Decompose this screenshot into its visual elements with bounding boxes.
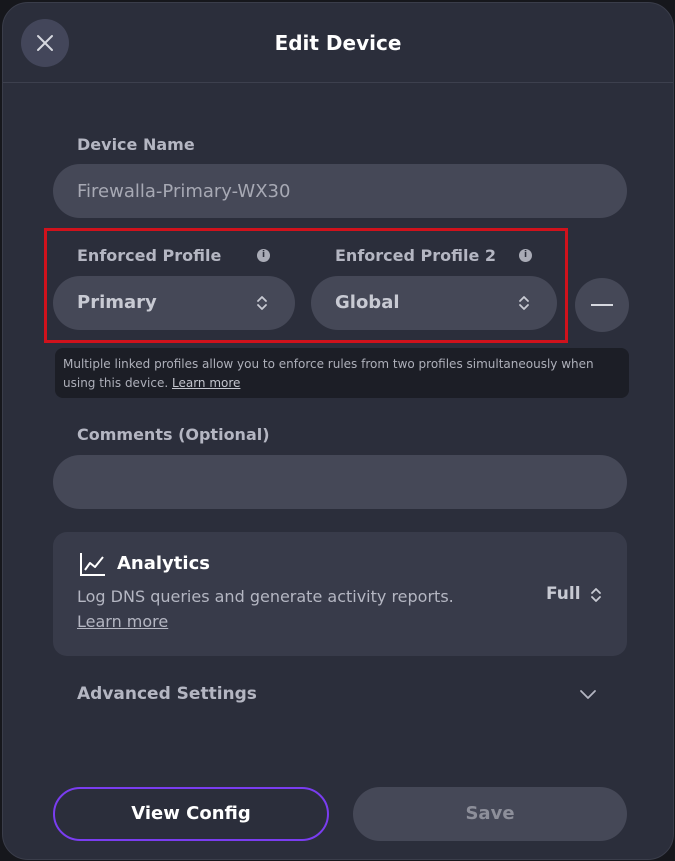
modal-header: Edit Device (3, 3, 673, 83)
chevron-updown-icon (591, 588, 601, 602)
help-learn-more-link[interactable]: Learn more (172, 376, 240, 390)
device-name-value: Firewalla-Primary-WX30 (77, 181, 291, 202)
comments-input[interactable] (53, 455, 627, 509)
modal-title: Edit Device (274, 31, 402, 55)
device-name-label: Device Name (77, 135, 195, 154)
device-name-input[interactable]: Firewalla-Primary-WX30 (53, 164, 627, 218)
line-chart-icon (80, 553, 105, 576)
analytics-level-select[interactable]: Full (541, 582, 607, 608)
help-text: Multiple linked profiles allow you to en… (63, 357, 594, 390)
minus-icon (591, 304, 613, 306)
advanced-settings-label: Advanced Settings (77, 684, 257, 704)
profiles-help-text: Multiple linked profiles allow you to en… (55, 348, 629, 398)
view-config-button[interactable]: View Config (53, 787, 329, 841)
analytics-learn-more-link[interactable]: Learn more (77, 612, 168, 631)
analytics-card: Analytics Log DNS queries and generate a… (53, 532, 627, 656)
remove-profile-button[interactable] (575, 278, 629, 332)
analytics-description: Log DNS queries and generate activity re… (77, 587, 454, 606)
save-button[interactable]: Save (353, 787, 627, 841)
advanced-settings-toggle[interactable]: Advanced Settings (53, 673, 627, 717)
chevron-down-icon (580, 690, 596, 699)
analytics-title: Analytics (117, 553, 210, 574)
analytics-level-value: Full (546, 584, 581, 604)
edit-device-modal: Edit Device Device Name Firewalla-Primar… (2, 2, 674, 860)
comments-label: Comments (Optional) (77, 425, 270, 444)
highlight-box (44, 228, 568, 343)
